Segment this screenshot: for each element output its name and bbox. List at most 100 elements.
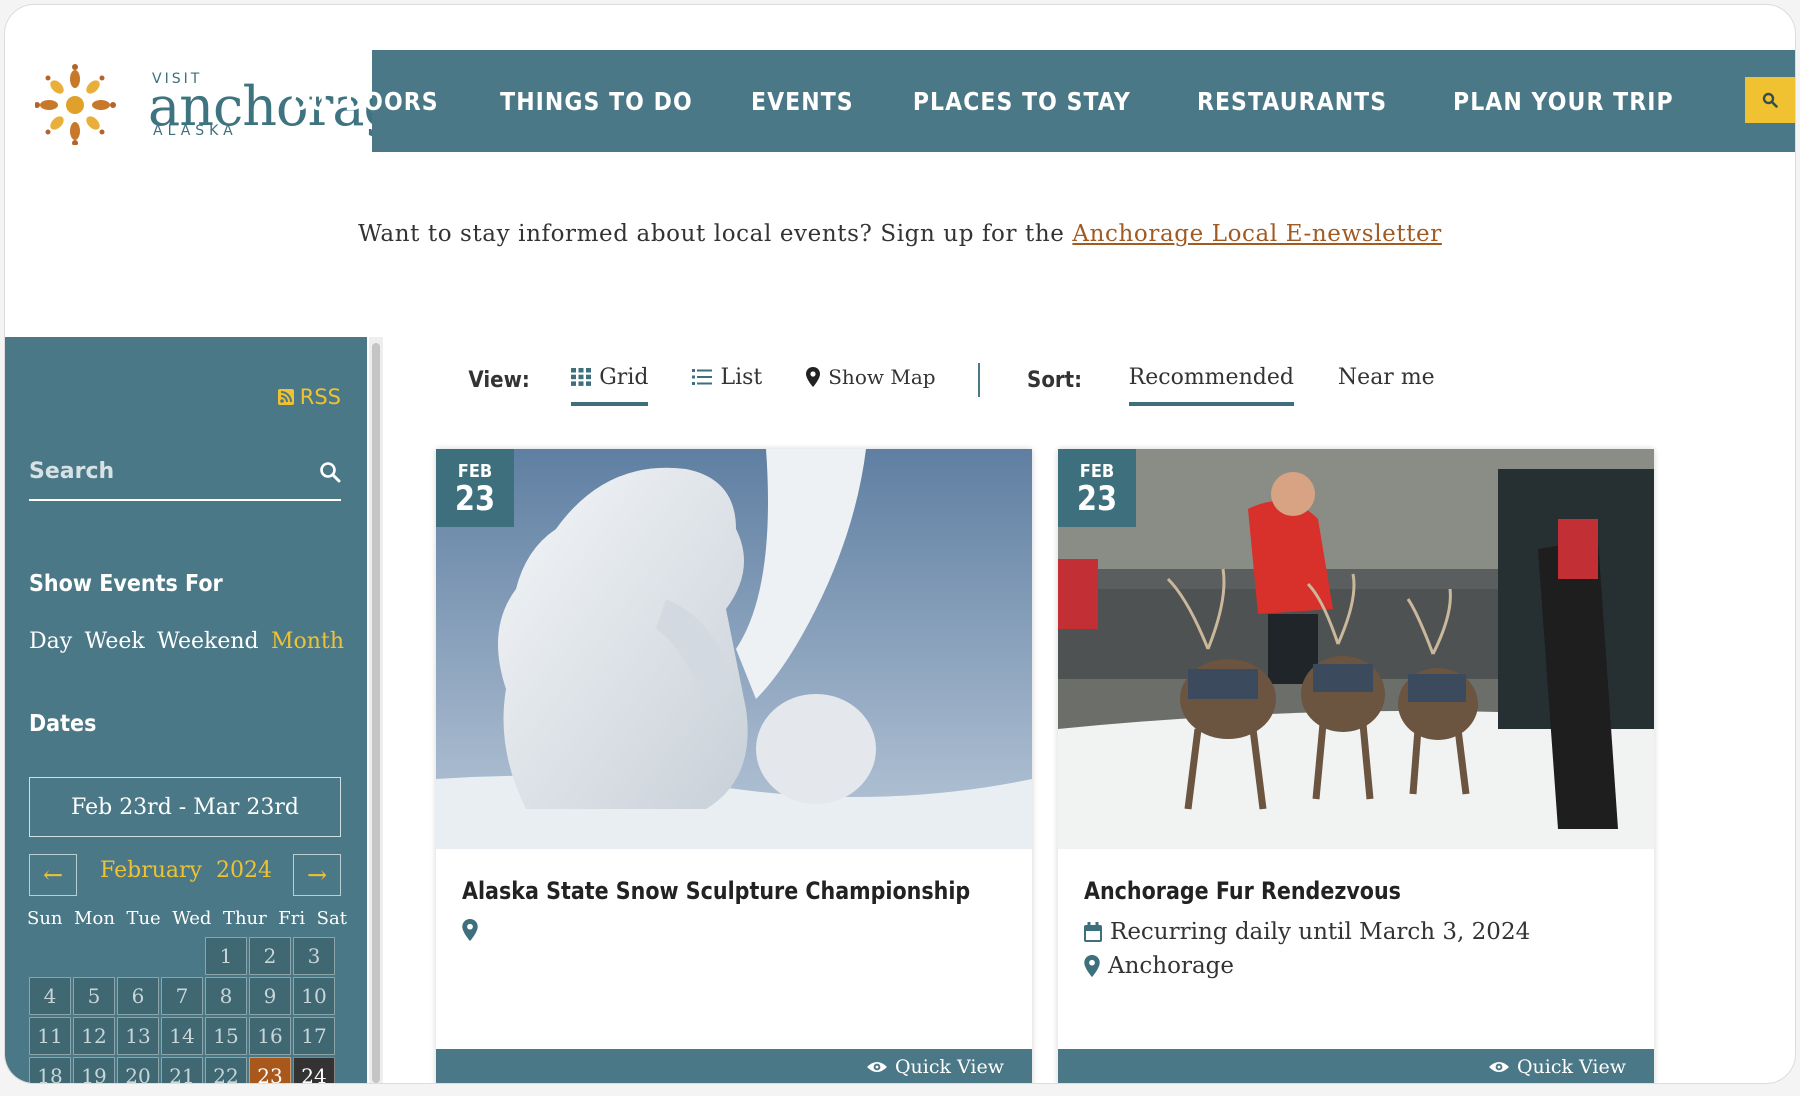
event-title[interactable]: Alaska State Snow Sculpture Championship (462, 877, 970, 905)
map-pin-icon (806, 367, 821, 387)
newsletter-link[interactable]: Anchorage Local E-newsletter (1072, 221, 1441, 247)
view-label: View: (468, 367, 530, 393)
nav-things-to-do[interactable]: THINGS TO DO (500, 87, 693, 116)
calendar-day[interactable]: 24 (293, 1057, 335, 1083)
calendar-day[interactable]: 4 (29, 977, 71, 1015)
sort-label: Sort: (1026, 367, 1082, 393)
calendar-day[interactable]: 19 (73, 1057, 115, 1083)
view-list-label: List (720, 364, 763, 390)
weekday-label: Thur (222, 908, 267, 929)
quick-view-button[interactable]: Quick View (1058, 1049, 1654, 1083)
event-image[interactable] (1058, 449, 1654, 849)
event-location: Anchorage (1084, 953, 1234, 979)
calendar-prev-button[interactable]: ← (29, 854, 77, 896)
search-icon (1762, 92, 1778, 108)
quick-view-button[interactable]: Quick View (436, 1049, 1032, 1083)
weekday-label: Tue (126, 908, 161, 929)
calendar-day[interactable]: 8 (205, 977, 247, 1015)
range-weekend[interactable]: Weekend (157, 629, 258, 654)
weekday-label: Mon (74, 908, 115, 929)
calendar-day[interactable]: 12 (73, 1017, 115, 1055)
sort-near-me-label: Near me (1337, 364, 1435, 390)
list-icon (692, 369, 713, 385)
calendar-day[interactable]: 7 (161, 977, 203, 1015)
calendar-day[interactable]: 23 (249, 1057, 291, 1083)
calendar-day[interactable]: 10 (293, 977, 335, 1015)
main-nav: OUTDOORS THINGS TO DO EVENTS PLACES TO S… (290, 50, 1795, 152)
event-title[interactable]: Anchorage Fur Rendezvous (1084, 877, 1401, 905)
nav-places-to-stay[interactable]: PLACES TO STAY (913, 87, 1131, 116)
sort-recommended-option[interactable]: Recommended (1128, 364, 1295, 406)
calendar-day[interactable]: 9 (249, 977, 291, 1015)
event-card[interactable]: FEB 23 Anchorage Fur Rendezvous Recurrin… (1058, 449, 1654, 1083)
range-week[interactable]: Week (85, 629, 145, 654)
event-card[interactable]: FEB 23 Alaska State Snow Sculpture Champ… (436, 449, 1032, 1083)
reindeer-run-image (1058, 449, 1654, 849)
sort-recommended-label: Recommended (1128, 364, 1294, 390)
event-location-text: Anchorage (1108, 953, 1235, 979)
nav-events[interactable]: EVENTS (751, 87, 854, 116)
view-sort-divider (977, 363, 980, 397)
calendar-day[interactable]: 14 (161, 1017, 203, 1055)
search-icon[interactable] (319, 461, 341, 483)
weekday-label: Sun (27, 908, 63, 929)
calendar-day[interactable]: 22 (205, 1057, 247, 1083)
calendar-icon (1084, 922, 1102, 942)
rss-label: RSS (299, 385, 341, 409)
event-filter-sidebar: RSS Show Events For Day Week Weekend Mon… (5, 337, 367, 1083)
rss-icon (277, 389, 294, 405)
calendar-day[interactable]: 13 (117, 1017, 159, 1055)
sort-near-me-option[interactable]: Near me (1338, 365, 1435, 396)
weekday-label: Wed (172, 908, 212, 929)
calendar-day[interactable]: 5 (73, 977, 115, 1015)
calendar-day[interactable]: 17 (293, 1017, 335, 1055)
nav-plan-your-trip[interactable]: PLAN YOUR TRIP (1453, 87, 1674, 116)
calendar-day[interactable]: 6 (117, 977, 159, 1015)
eye-icon (866, 1062, 887, 1072)
scrollbar-thumb[interactable] (372, 343, 380, 1083)
event-image[interactable] (436, 449, 1032, 849)
date-range-field[interactable]: Feb 23rd - Mar 23rd (29, 777, 341, 837)
calendar-day[interactable]: 20 (117, 1057, 159, 1083)
calendar-day[interactable]: 2 (249, 937, 291, 975)
view-sort-bar: View: Grid List Show Map Sort: Recommend… (465, 355, 1435, 406)
view-grid-option[interactable]: Grid (571, 365, 649, 406)
site-search-button[interactable] (1745, 77, 1795, 123)
sidebar-scrollbar[interactable] (369, 337, 383, 1083)
show-map-option[interactable]: Show Map (806, 365, 936, 395)
calendar-day[interactable]: 11 (29, 1017, 71, 1055)
event-search-input[interactable] (29, 451, 289, 491)
browser-frame: VISIT anchorage ALASKA OUTDOORS THINGS T… (4, 4, 1796, 1084)
nav-restaurants[interactable]: RESTAURANTS (1197, 87, 1387, 116)
calendar-month: February (100, 858, 202, 883)
range-day[interactable]: Day (29, 629, 72, 654)
calendar-day[interactable]: 1 (205, 937, 247, 975)
quick-view-label: Quick View (1516, 1056, 1626, 1078)
event-day: 23 (454, 479, 496, 519)
calendar-month-label: February 2024 (75, 858, 297, 883)
event-recurrence: Recurring daily until March 3, 2024 (1084, 919, 1530, 945)
newsletter-text: Want to stay informed about local events… (358, 221, 1073, 247)
nav-outdoors[interactable]: OUTDOORS (290, 87, 438, 116)
range-month[interactable]: Month (271, 629, 344, 654)
snow-sculpture-image (436, 449, 1032, 849)
calendar-weekdays: Sun Mon Tue Wed Thur Fri Sat (27, 908, 347, 929)
calendar-year: 2024 (215, 858, 272, 883)
calendar-next-button[interactable]: → (293, 854, 341, 896)
view-list-option[interactable]: List (692, 365, 762, 396)
eye-icon (1488, 1062, 1509, 1072)
sun-hands-logo-icon (35, 64, 116, 145)
logo-alaska-text: ALASKA (153, 123, 238, 139)
range-tabs: Day Week Weekend Month (29, 629, 344, 654)
weekday-label: Sat (316, 908, 347, 929)
calendar-day[interactable]: 15 (205, 1017, 247, 1055)
event-location (462, 919, 486, 941)
event-search (29, 451, 341, 501)
rss-link[interactable]: RSS (277, 385, 341, 409)
calendar-day[interactable]: 18 (29, 1057, 71, 1083)
map-pin-icon (1084, 955, 1100, 977)
calendar-day[interactable]: 21 (161, 1057, 203, 1083)
calendar-day[interactable]: 3 (293, 937, 335, 975)
quick-view-label: Quick View (894, 1056, 1004, 1078)
calendar-day[interactable]: 16 (249, 1017, 291, 1055)
